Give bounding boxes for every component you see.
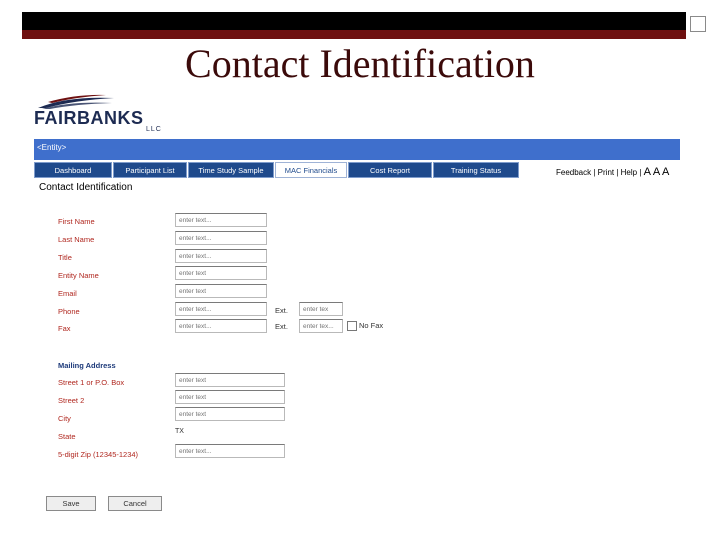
- fax-ext-label: Ext.: [275, 322, 288, 331]
- help-link[interactable]: Help: [621, 168, 637, 177]
- last-name-label: Last Name: [58, 235, 95, 244]
- phone-label: Phone: [58, 307, 80, 316]
- entity-bar: <Entity>: [34, 139, 680, 160]
- first-name-input[interactable]: [175, 213, 267, 227]
- title-input[interactable]: [175, 249, 267, 263]
- cancel-button[interactable]: Cancel: [108, 496, 162, 511]
- phone-ext-input[interactable]: [299, 302, 343, 316]
- street1-label: Street 1 or P.O. Box: [58, 378, 125, 387]
- slide-corner-box: [690, 16, 706, 32]
- slide-top-bar: [22, 12, 686, 30]
- mailing-address-heading: Mailing Address: [58, 361, 116, 370]
- entity-name-label: Entity Name: [58, 271, 99, 280]
- fax-input[interactable]: [175, 319, 267, 333]
- fairbanks-logo: FAIRBANKS LLC: [34, 94, 174, 134]
- title-label: Title: [58, 253, 72, 262]
- first-name-label: First Name: [58, 217, 95, 226]
- print-link[interactable]: Print: [598, 168, 614, 177]
- last-name-input[interactable]: [175, 231, 267, 245]
- phone-input[interactable]: [175, 302, 267, 316]
- slide-title: Contact Identification: [185, 41, 535, 86]
- entity-label: <Entity>: [37, 143, 67, 152]
- city-input[interactable]: [175, 407, 285, 421]
- tab-training-status[interactable]: Training Status: [433, 162, 519, 178]
- logo-suffix: LLC: [146, 126, 162, 133]
- tab-mac-financials[interactable]: MAC Financials: [275, 162, 347, 178]
- zip-input[interactable]: [175, 444, 285, 458]
- state-label: State: [58, 432, 76, 441]
- fax-label: Fax: [58, 324, 71, 333]
- street2-input[interactable]: [175, 390, 285, 404]
- state-value[interactable]: TX: [175, 428, 184, 435]
- no-fax-checkbox[interactable]: [347, 321, 357, 331]
- zip-label: 5-digit Zip (12345-1234): [58, 450, 139, 459]
- slide-accent-bar: [22, 30, 686, 39]
- save-button[interactable]: Save: [46, 496, 96, 511]
- logo-wordmark: FAIRBANKS: [34, 108, 144, 128]
- no-fax-label: No Fax: [359, 321, 384, 330]
- text-size-links[interactable]: A A A: [644, 166, 670, 178]
- entity-name-input[interactable]: [175, 266, 267, 280]
- form-title: Contact Identification: [39, 182, 133, 193]
- tab-participant-list[interactable]: Participant List: [113, 162, 187, 178]
- city-label: City: [58, 414, 71, 423]
- tab-dashboard[interactable]: Dashboard: [34, 162, 112, 178]
- street2-label: Street 2: [58, 396, 85, 405]
- email-label: Email: [58, 289, 77, 298]
- tab-time-study-sample[interactable]: Time Study Sample: [188, 162, 274, 178]
- feedback-link[interactable]: Feedback: [556, 168, 591, 177]
- street1-input[interactable]: [175, 373, 285, 387]
- email-input[interactable]: [175, 284, 267, 298]
- phone-ext-label: Ext.: [275, 306, 288, 315]
- tab-cost-report[interactable]: Cost Report: [348, 162, 432, 178]
- utility-links: Feedback | Print | Help | A A A: [556, 166, 670, 178]
- fax-ext-input[interactable]: [299, 319, 343, 333]
